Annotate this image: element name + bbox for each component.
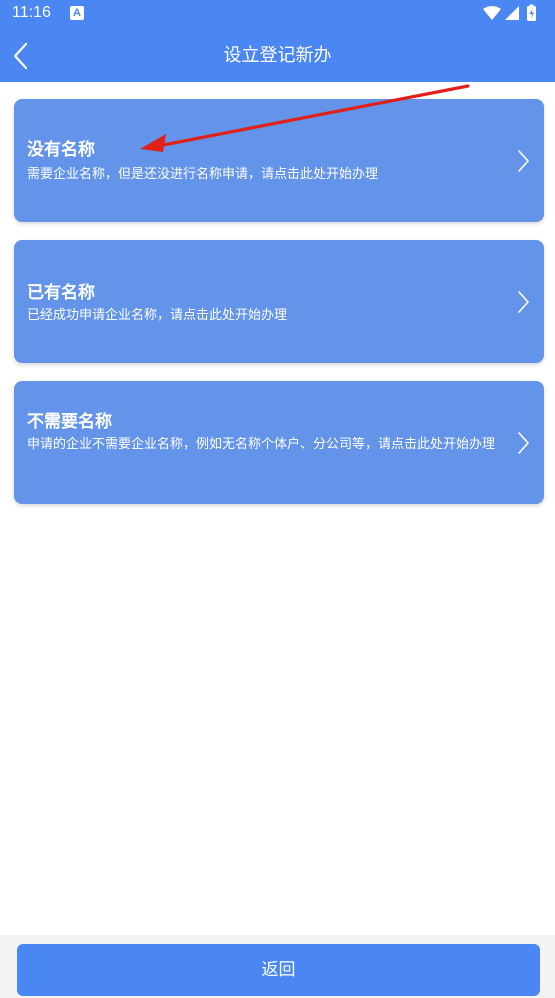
option-description: 申请的企业不需要企业名称，例如无名称个体户、分公司等，请点击此处开始办理 bbox=[27, 437, 496, 452]
option-no-name[interactable]: 没有名称 需要企业名称，但是还没进行名称申请，请点击此处开始办理 bbox=[14, 99, 544, 222]
option-description: 需要企业名称，但是还没进行名称申请，请点击此处开始办理 bbox=[27, 167, 379, 182]
option-title: 已有名称 bbox=[27, 283, 95, 303]
chevron-right-icon bbox=[518, 150, 529, 172]
system-status-icons bbox=[483, 4, 536, 21]
title-bar: 设立登记新办 bbox=[0, 28, 555, 82]
option-description: 已经成功申请企业名称，请点击此处开始办理 bbox=[27, 308, 288, 323]
option-title: 不需要名称 bbox=[27, 412, 112, 432]
status-bar: 11:16 A bbox=[0, 0, 555, 28]
option-no-name-required[interactable]: 不需要名称 申请的企业不需要企业名称，例如无名称个体户、分公司等，请点击此处开始… bbox=[14, 381, 544, 504]
option-title: 没有名称 bbox=[27, 140, 95, 160]
signal-icon bbox=[505, 6, 519, 20]
chevron-right-icon bbox=[518, 291, 529, 313]
return-button[interactable]: 返回 bbox=[17, 944, 540, 996]
status-time: 11:16 bbox=[12, 4, 51, 21]
notification-icon: A bbox=[70, 6, 84, 20]
page-title: 设立登记新办 bbox=[223, 45, 332, 66]
chevron-right-icon bbox=[518, 432, 529, 454]
wifi-icon bbox=[483, 6, 501, 20]
option-has-name[interactable]: 已有名称 已经成功申请企业名称，请点击此处开始办理 bbox=[14, 240, 544, 363]
